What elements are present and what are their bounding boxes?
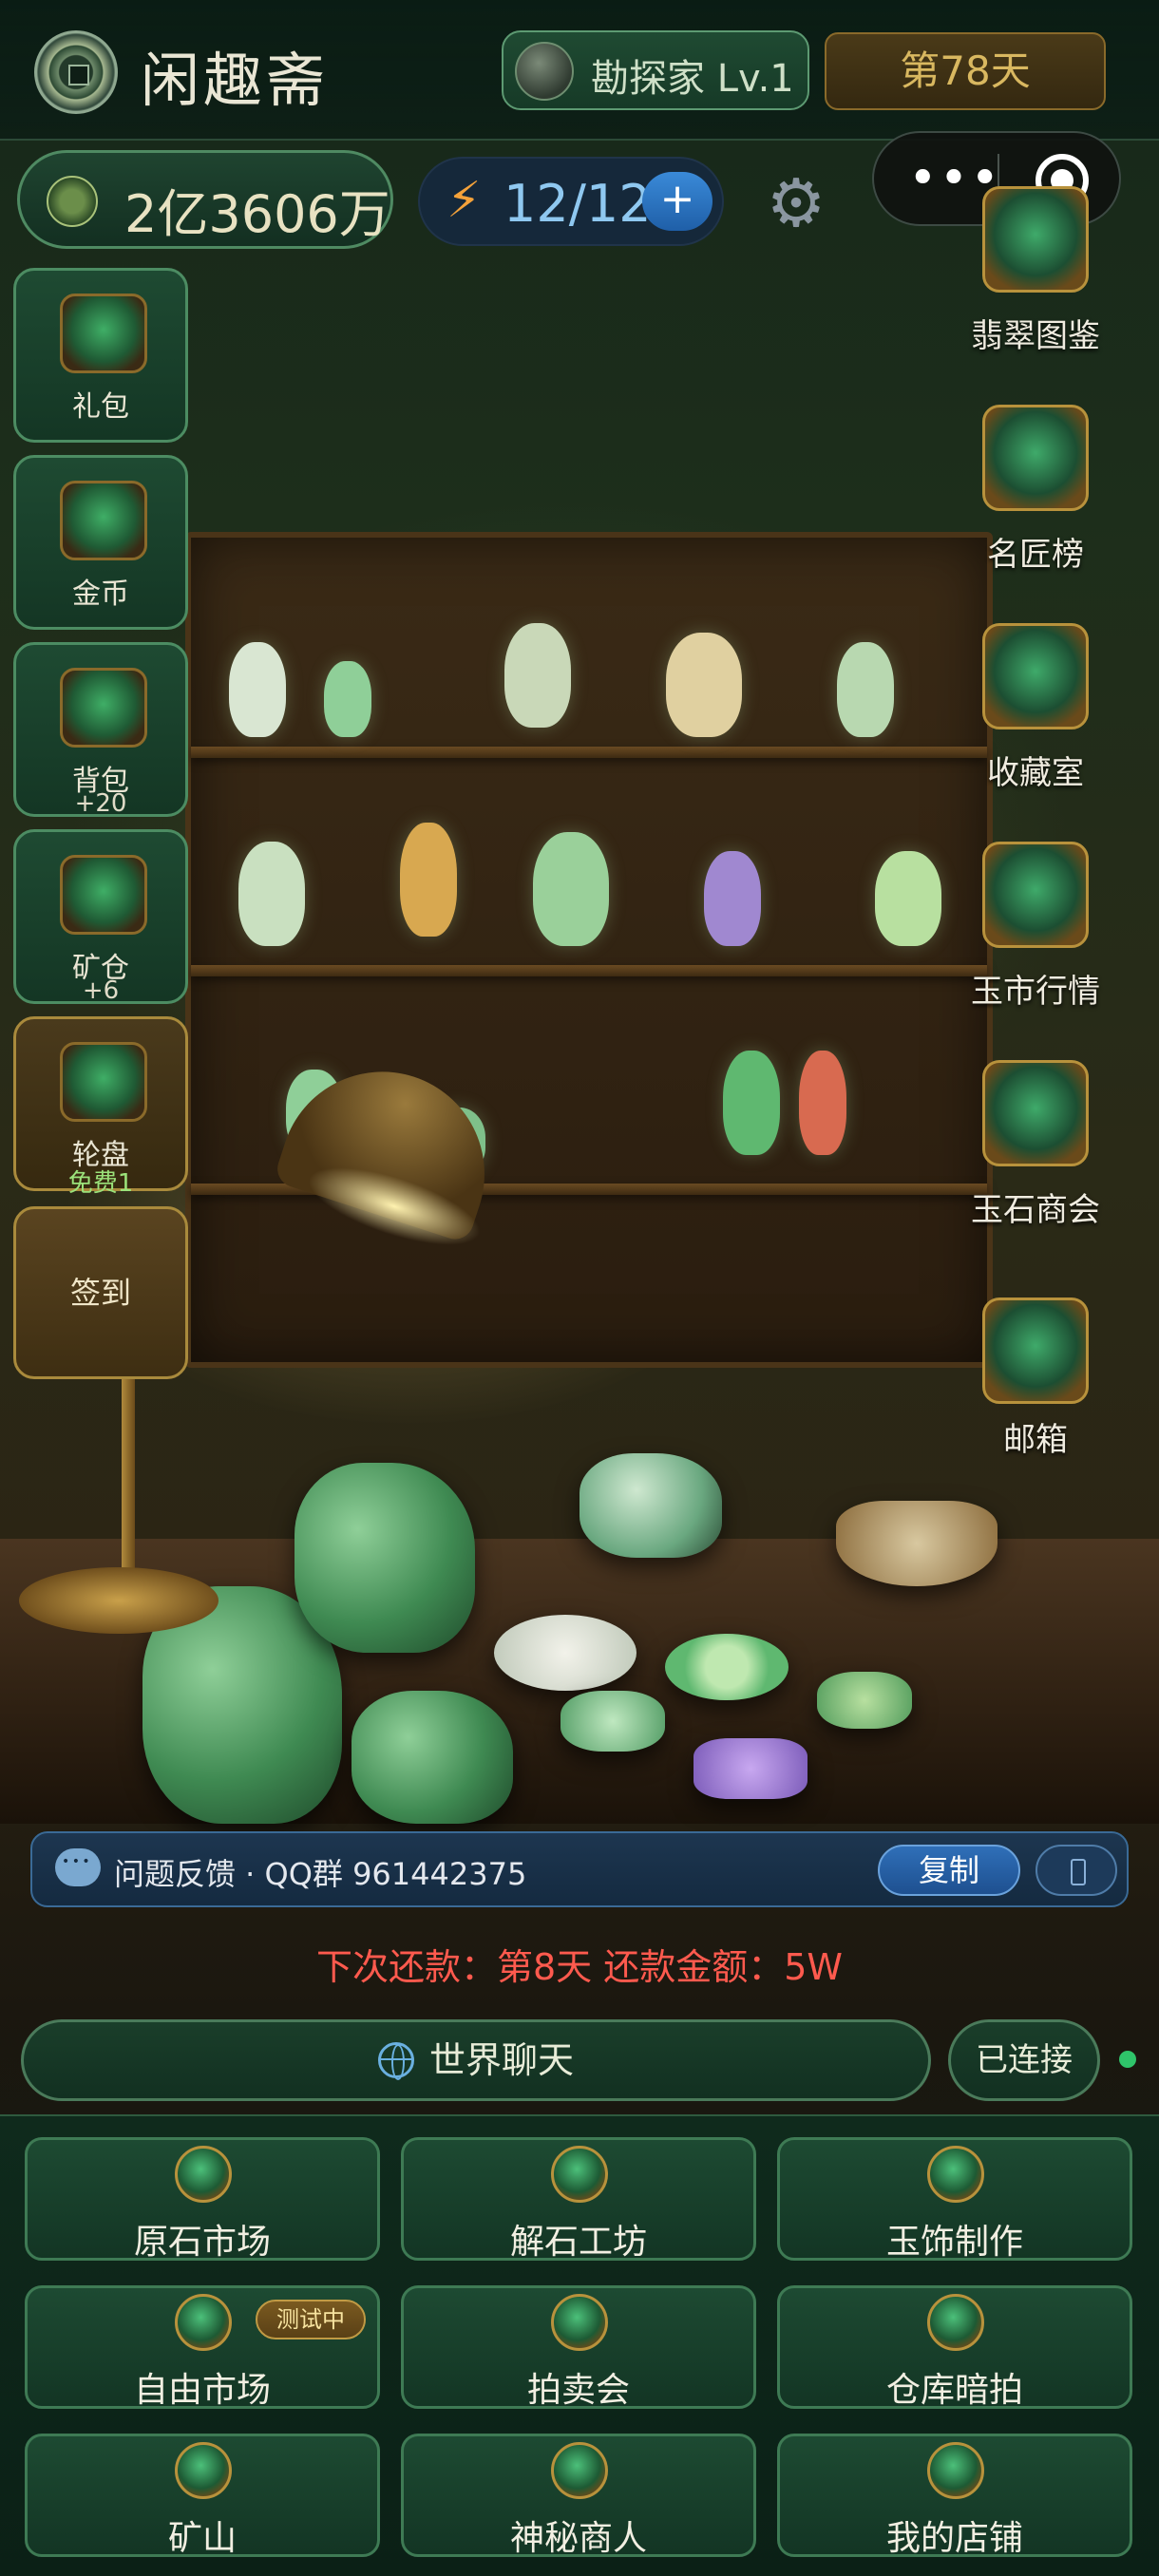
grid-item-stone-cutting[interactable]: 解石工坊	[401, 2137, 756, 2262]
book-icon	[982, 186, 1089, 293]
grid-item-label: 仓库暗拍	[885, 2371, 1023, 2410]
grid-item-label: 玉饰制作	[885, 2223, 1023, 2262]
sidebar-item-jade-guild[interactable]: 玉石商会	[960, 1060, 1112, 1231]
repayment-notice: 下次还款：第8天 还款金额：5W	[315, 1946, 843, 1988]
sidebar-item-master-ranking[interactable]: 名匠榜	[960, 405, 1112, 576]
backpack-icon	[60, 668, 147, 748]
jade-coin-icon	[60, 481, 147, 560]
cash-icon	[47, 176, 98, 227]
sidebar-item-market-trends[interactable]: 玉市行情	[960, 842, 1112, 1013]
day-counter: 第78天	[825, 32, 1106, 110]
grid-item-label: 自由市场	[133, 2371, 271, 2410]
feedback-text: 问题反馈 · QQ群 961442375	[114, 1856, 527, 1892]
sidebar-item-gift[interactable]: 礼包	[13, 268, 188, 443]
sidebar-item-roulette[interactable]: 轮盘 免费1	[13, 1016, 188, 1198]
world-chat-label: 世界聊天	[428, 2039, 574, 2081]
sidebar-item-label: 玉市行情	[971, 973, 1100, 1011]
display-case-icon	[982, 623, 1089, 729]
auction-bell-icon	[551, 2294, 608, 2351]
hooded-merchant-icon	[551, 2442, 608, 2499]
sign-in-button[interactable]: 签到	[13, 1206, 188, 1379]
grid-item-label: 神秘商人	[509, 2519, 647, 2558]
sidebar-item-backpack[interactable]: 背包 +20	[13, 642, 188, 818]
grid-item-mystery-merchant[interactable]: 神秘商人	[401, 2434, 756, 2558]
globe-icon	[377, 2042, 414, 2080]
feedback-bar: 问题反馈 · QQ群 961442375 复制	[30, 1831, 1129, 1907]
collapse-button[interactable]	[1036, 1845, 1117, 1896]
sidebar-item-label: 礼包	[72, 390, 129, 424]
treasure-chest-icon	[60, 294, 147, 373]
sidebar-item-jade-catalog[interactable]: 翡翠图鉴	[960, 186, 1112, 357]
trophy-icon	[982, 405, 1089, 511]
sidebar-item-coins[interactable]: 金币	[13, 455, 188, 630]
grid-item-warehouse-auction[interactable]: 仓库暗拍	[777, 2285, 1132, 2410]
rank-label: 勘探家 Lv.1	[591, 57, 794, 101]
market-stall-icon	[175, 2294, 232, 2351]
sidebar-item-mine-storage[interactable]: 矿仓 +6	[13, 829, 188, 1005]
top-bar: 闲趣斋 勘探家 Lv.1 第78天	[0, 0, 1159, 141]
mail-envelope-icon	[982, 1297, 1089, 1404]
connection-indicator	[1119, 2051, 1136, 2068]
sidebar-item-label: 名匠榜	[987, 536, 1084, 574]
rough-stone-icon	[175, 2146, 232, 2203]
grid-item-rough-stone-market[interactable]: 原石市场	[25, 2137, 380, 2262]
sidebar-item-mailbox[interactable]: 邮箱	[960, 1297, 1112, 1468]
energy-value: 12/12	[504, 174, 652, 234]
avatar	[515, 42, 574, 101]
jade-pendant-icon	[982, 1060, 1089, 1166]
connection-status: 已连接	[948, 2019, 1100, 2101]
logo-icon	[34, 30, 118, 114]
add-energy-button[interactable]: +	[642, 172, 712, 231]
energy-display: ⚡ 12/12 +	[418, 157, 724, 246]
sidebar-item-label: 收藏室	[987, 754, 1084, 792]
grid-item-free-market[interactable]: 测试中 自由市场	[25, 2285, 380, 2410]
sidebar-item-collection-room[interactable]: 收藏室	[960, 623, 1112, 794]
sidebar-item-label: 邮箱	[1003, 1421, 1068, 1459]
sidebar-item-label: 玉石商会	[971, 1191, 1100, 1229]
sidebar-item-label: 翡翠图鉴	[971, 317, 1100, 355]
lightning-icon: ⚡	[446, 172, 482, 229]
pickaxe-icon	[175, 2442, 232, 2499]
copy-button[interactable]: 复制	[878, 1845, 1020, 1896]
testing-badge: 测试中	[256, 2300, 366, 2339]
ore-chest-icon	[60, 855, 147, 935]
grid-item-label: 我的店铺	[885, 2519, 1023, 2558]
grid-item-label: 矿山	[167, 2519, 237, 2558]
grid-item-auction[interactable]: 拍卖会	[401, 2285, 756, 2410]
roulette-wheel-icon	[60, 1042, 147, 1122]
free-spins-badge: 免费1	[67, 1169, 134, 1198]
chart-scroll-icon	[982, 842, 1089, 948]
cutting-tool-icon	[551, 2146, 608, 2203]
world-chat-button[interactable]: 世界聊天	[21, 2019, 931, 2101]
gear-icon[interactable]: ⚙	[760, 167, 832, 239]
grid-item-mine[interactable]: 矿山	[25, 2434, 380, 2558]
rank-button[interactable]: 勘探家 Lv.1	[502, 30, 809, 110]
crafting-icon	[927, 2146, 984, 2203]
chat-bubble-icon	[55, 1848, 101, 1886]
grid-item-my-shop[interactable]: 我的店铺	[777, 2434, 1132, 2558]
sidebar-item-badge: +20	[74, 789, 127, 818]
display-cabinet	[185, 532, 993, 1368]
grid-item-label: 拍卖会	[526, 2371, 630, 2410]
app-title: 闲趣斋	[141, 46, 330, 115]
warehouse-box-icon	[927, 2294, 984, 2351]
shop-icon	[927, 2442, 984, 2499]
grid-item-jewelry-making[interactable]: 玉饰制作	[777, 2137, 1132, 2262]
grid-item-label: 解石工坊	[509, 2223, 647, 2262]
money-display[interactable]: 2亿3606万	[17, 150, 393, 249]
grid-item-label: 原石市场	[133, 2223, 271, 2262]
money-value: 2亿3606万	[124, 184, 390, 244]
sidebar-item-badge: +6	[82, 976, 120, 1005]
sidebar-item-label: 金币	[72, 578, 129, 611]
